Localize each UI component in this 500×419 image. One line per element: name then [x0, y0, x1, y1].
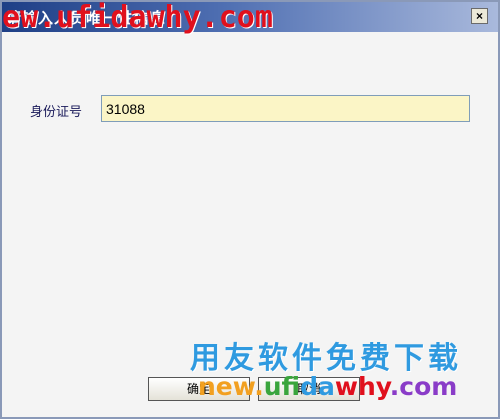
close-button[interactable]: × — [471, 8, 488, 24]
watermark-url-part: why — [334, 372, 390, 401]
title-bar[interactable]: 请输入人员唯一性信息 ew.ufidawhy.com × — [2, 0, 498, 35]
id-number-label: 身份证号 — [30, 105, 83, 120]
watermark-url-part: .com — [389, 372, 458, 401]
id-number-input[interactable] — [101, 95, 470, 122]
watermark-brand-text: 用友软件免费下载 — [190, 341, 462, 376]
watermark-top-url: ew.ufidawhy.com — [2, 0, 273, 35]
watermark-url-part: da — [300, 372, 335, 401]
watermark-url: new.ufidawhy.com — [198, 372, 457, 401]
watermark-url-part: new. — [198, 372, 264, 401]
watermark-url-part: ufi — [263, 372, 301, 401]
